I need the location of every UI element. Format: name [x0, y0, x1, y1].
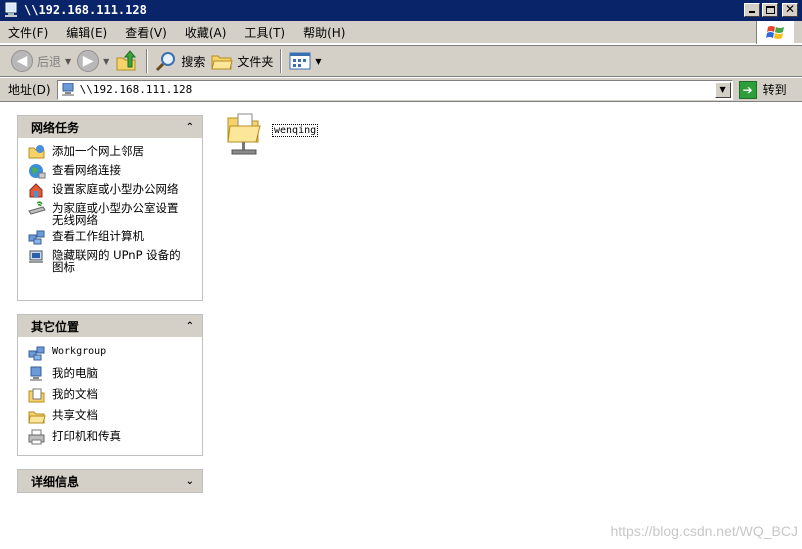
go-button[interactable]: ➔ 转到 — [738, 80, 787, 99]
menu-favorites[interactable]: 收藏(A) — [185, 22, 227, 43]
network-share-folder-icon — [227, 113, 261, 155]
network-tasks-header[interactable]: 网络任务 ⌃ — [18, 116, 202, 138]
wireless-network-icon — [28, 201, 46, 215]
back-arrow-icon: ◀ — [11, 50, 33, 72]
place-workgroup[interactable]: Workgroup — [28, 345, 202, 361]
close-button[interactable]: ✕ — [782, 2, 798, 17]
menu-file[interactable]: 文件(F) — [8, 22, 48, 43]
menu-edit[interactable]: 编辑(E) — [66, 22, 107, 43]
window-title: \\192.168.111.128 — [24, 3, 147, 17]
chevron-down-icon: ▼ — [719, 85, 726, 94]
minimize-button[interactable] — [744, 3, 760, 17]
menu-view[interactable]: 查看(V) — [125, 22, 167, 43]
content-area: 网络任务 ⌃ 添加一个网上邻居 查看网络连接 设置家庭或小型办公网络 为家庭或小… — [0, 103, 802, 549]
panel-title: 其它位置 — [31, 319, 80, 334]
maximize-button[interactable] — [762, 3, 778, 17]
toolbar-separator — [280, 49, 283, 73]
printer-icon — [28, 429, 45, 445]
details-panel: 详细信息 ⌄ — [17, 469, 203, 493]
menu-bar: 文件(F) 编辑(E) 查看(V) 收藏(A) 工具(T) 帮助(H) — [0, 21, 802, 44]
views-button[interactable]: ▼ — [286, 48, 324, 74]
upnp-device-icon — [29, 250, 43, 263]
up-folder-button[interactable] — [112, 48, 142, 74]
task-hide-upnp-icons[interactable]: 隐藏联网的 UPnP 设备的图标 — [28, 248, 202, 273]
task-setup-home-network[interactable]: 设置家庭或小型办公网络 — [28, 182, 202, 198]
menu-help[interactable]: 帮助(H) — [303, 22, 345, 43]
windows-logo-icon — [756, 21, 794, 44]
toolbar: ◀ 后退 ▼ ▶ ▼ 搜索 文件夹 ▼ — [0, 45, 802, 77]
place-shared-documents[interactable]: 共享文档 — [28, 408, 202, 424]
collapse-icon: ⌃ — [185, 320, 194, 332]
shared-folder-icon — [28, 411, 46, 424]
my-documents-icon — [28, 388, 45, 403]
network-computer-icon — [5, 2, 17, 17]
workgroup-icon — [28, 346, 45, 361]
views-icon — [289, 52, 311, 70]
task-add-network-place[interactable]: 添加一个网上邻居 — [28, 144, 202, 160]
place-printers-and-faxes[interactable]: 打印机和传真 — [28, 429, 202, 445]
my-computer-icon — [30, 366, 42, 381]
address-label: 地址(D) — [8, 83, 51, 97]
other-places-header[interactable]: 其它位置 ⌃ — [18, 315, 202, 337]
place-my-computer[interactable]: 我的电脑 — [28, 366, 202, 382]
globe-icon — [29, 164, 46, 179]
collapse-icon: ⌃ — [185, 121, 194, 133]
chevron-down-icon: ▼ — [315, 56, 322, 66]
task-view-workgroup-computers[interactable]: 查看工作组计算机 — [28, 229, 202, 245]
title-bar: \\192.168.111.128 ✕ — [0, 0, 802, 21]
chevron-down-icon: ▼ — [65, 56, 72, 66]
home-network-icon — [29, 183, 43, 198]
forward-button[interactable]: ▶ ▼ — [74, 48, 112, 74]
arrow-right-icon: ➔ — [738, 80, 757, 99]
search-button[interactable]: 搜索 — [152, 48, 208, 74]
close-icon: ✕ — [784, 2, 796, 16]
menu-tools[interactable]: 工具(T) — [244, 22, 285, 43]
address-bar: 地址(D) \\192.168.111.128 ▼ ➔ 转到 — [0, 78, 802, 102]
place-my-documents[interactable]: 我的文档 — [28, 387, 202, 403]
workgroup-computers-icon — [28, 230, 45, 245]
address-input[interactable]: \\192.168.111.128 ▼ — [56, 79, 733, 100]
add-network-place-icon — [28, 145, 45, 159]
task-view-network-connections[interactable]: 查看网络连接 — [28, 163, 202, 179]
network-tasks-panel: 网络任务 ⌃ 添加一个网上邻居 查看网络连接 设置家庭或小型办公网络 为家庭或小… — [17, 115, 203, 301]
share-folder-wenqing[interactable]: wenqing — [226, 108, 319, 156]
panel-title: 网络任务 — [31, 120, 80, 135]
back-button[interactable]: ◀ 后退 ▼ — [8, 48, 74, 74]
search-icon — [156, 52, 176, 72]
share-folder-label: wenqing — [272, 124, 319, 137]
watermark: https://blog.csdn.net/WQ_BCJ — [610, 523, 798, 539]
details-header[interactable]: 详细信息 ⌄ — [18, 470, 202, 492]
task-setup-wireless-network[interactable]: 为家庭或小型办公室设置无线网络 — [28, 201, 202, 226]
up-folder-icon — [116, 50, 137, 71]
panel-title: 详细信息 — [31, 474, 80, 489]
toolbar-separator — [146, 49, 149, 73]
network-computer-icon — [61, 82, 74, 96]
address-value: \\192.168.111.128 — [79, 83, 193, 96]
forward-arrow-icon: ▶ — [77, 50, 100, 72]
address-dropdown-button[interactable]: ▼ — [714, 81, 731, 98]
expand-icon: ⌄ — [185, 475, 194, 487]
folders-button[interactable]: 文件夹 — [208, 48, 276, 74]
folder-icon — [211, 55, 233, 70]
chevron-down-icon: ▼ — [103, 56, 110, 66]
other-places-panel: 其它位置 ⌃ Workgroup 我的电脑 我的文档 共享文档 打印机和传真 — [17, 314, 203, 456]
